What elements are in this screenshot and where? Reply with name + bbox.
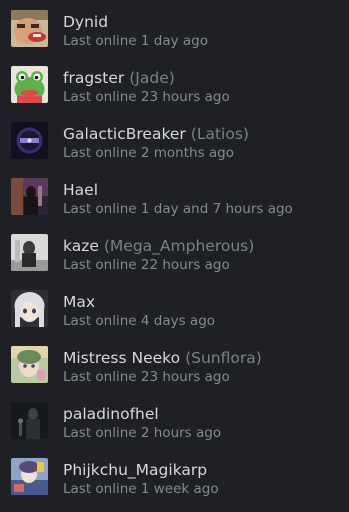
online-status: Last online 23 hours ago [63, 89, 230, 105]
online-status: Last online 22 hours ago [63, 257, 230, 273]
online-status: Last online 2 months ago [63, 145, 235, 161]
friend-row[interactable]: Phijkchu_Magikarp Last online 1 week ago [0, 448, 349, 504]
friend-name: fragster [63, 69, 125, 87]
friend-row[interactable]: paladinofhel Last online 2 hours ago [0, 392, 349, 448]
name-line: GalacticBreaker (Latios) [63, 124, 249, 144]
friend-row[interactable]: Max Last online 4 days ago [0, 280, 349, 336]
name-line: Mistress Neeko (Sunflora) [63, 348, 262, 368]
frog-avatar [11, 66, 48, 103]
cartoon-face-avatar [11, 10, 48, 47]
online-status: Last online 4 days ago [63, 313, 216, 329]
friend-name: GalacticBreaker [63, 125, 186, 143]
friend-name: Hael [63, 181, 98, 199]
friend-name: paladinofhel [63, 405, 159, 423]
friend-name: Mistress Neeko [63, 349, 181, 367]
friend-nickname: (Latios) [190, 125, 249, 143]
friend-row[interactable]: Mistress Neeko (Sunflora) Last online 23 … [0, 336, 349, 392]
name-line: Dynid [63, 12, 113, 32]
anime-girl-avatar [11, 290, 48, 327]
online-status: Last online 23 hours ago [63, 369, 230, 385]
name-line: fragster (Jade) [63, 68, 175, 88]
friend-row[interactable]: kaze (Mega_Ampherous) Last online 22 hour… [0, 224, 349, 280]
colorful-art-avatar [11, 458, 48, 495]
pastel-anime-avatar [11, 346, 48, 383]
friend-nickname: (Sunflora) [185, 349, 262, 367]
friend-name: kaze [63, 237, 99, 255]
shadow-figure-avatar [11, 402, 48, 439]
name-line: paladinofhel [63, 404, 164, 424]
name-line: Phijkchu_Magikarp [63, 460, 212, 480]
friend-row[interactable]: GalacticBreaker (Latios) Last online 2 mo… [0, 112, 349, 168]
friend-row[interactable]: Hael Last online 1 day and 7 hours ago [0, 168, 349, 224]
name-line: kaze (Mega_Ampherous) [63, 236, 254, 256]
name-line: Max [63, 292, 100, 312]
friend-name: Max [63, 293, 96, 311]
friend-name: Phijkchu_Magikarp [63, 461, 208, 479]
friend-nickname: (Mega_Ampherous) [103, 237, 255, 255]
purple-emblem-avatar [11, 122, 48, 159]
friend-name: Dynid [63, 13, 109, 31]
online-status: Last online 1 day ago [63, 33, 208, 49]
friend-row[interactable]: Dynid Last online 1 day ago [0, 0, 349, 56]
online-status: Last online 1 day and 7 hours ago [63, 201, 293, 217]
dark-silhouette-avatar [11, 178, 48, 215]
friend-nickname: (Jade) [129, 69, 175, 87]
friend-row[interactable]: fragster (Jade) Last online 23 hours ago [0, 56, 349, 112]
online-status: Last online 1 week ago [63, 481, 219, 497]
name-line: Hael [63, 180, 103, 200]
grey-figure-avatar [11, 234, 48, 271]
online-status: Last online 2 hours ago [63, 425, 222, 441]
friends-list: Dynid Last online 1 day ago fragster (Jad… [0, 0, 349, 512]
